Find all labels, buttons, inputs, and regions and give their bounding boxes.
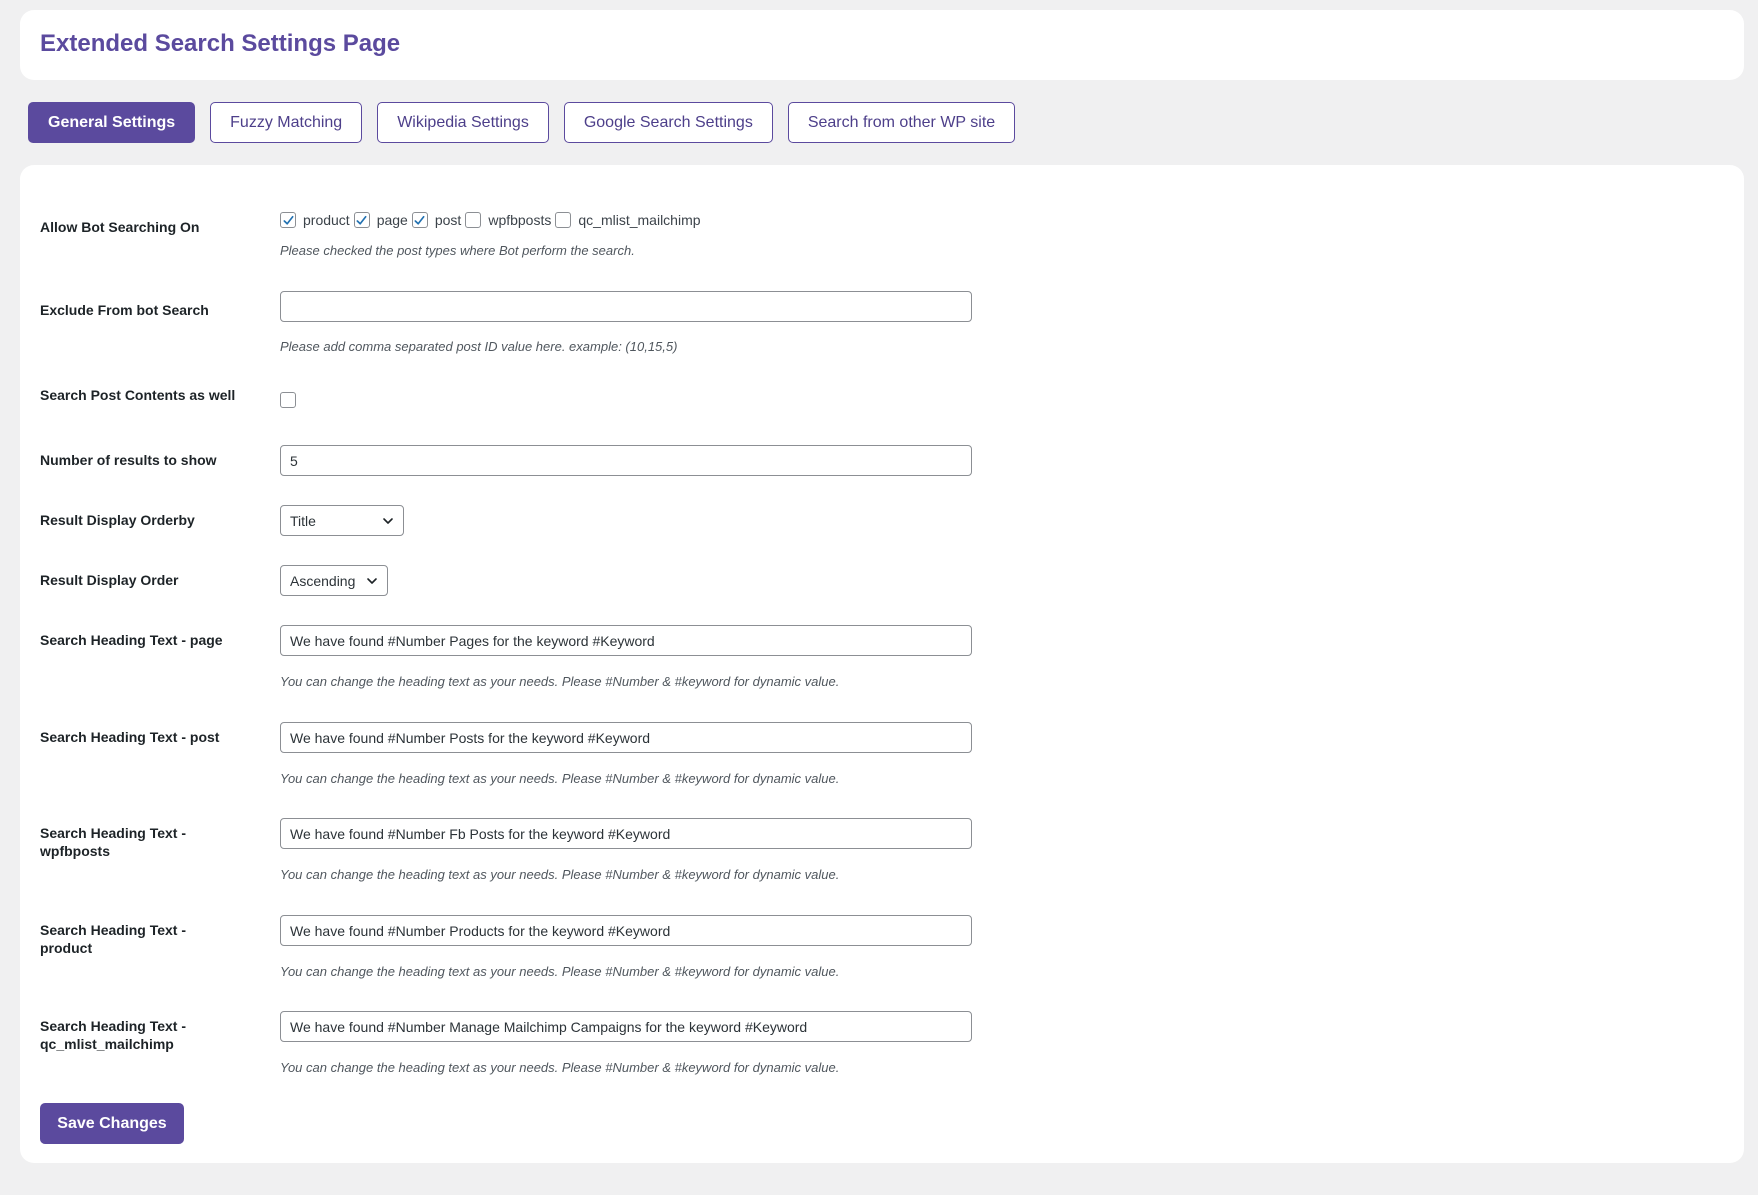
checkmark-icon [356, 215, 367, 225]
search-contents-field [280, 392, 296, 413]
num-results-field [280, 445, 972, 476]
num-results-input[interactable] [280, 445, 972, 476]
tab-google-search-settings[interactable]: Google Search Settings [563, 102, 773, 143]
heading-page-description: You can change the heading text as your … [280, 674, 840, 689]
checkbox-label-wpfbposts: wpfbposts [488, 212, 552, 228]
checkbox-item-post[interactable]: post [411, 212, 465, 228]
checkbox-label-page: page [376, 212, 408, 228]
settings-tabs: General Settings Fuzzy Matching Wikipedi… [28, 102, 1030, 143]
search-contents-label: Search Post Contents as well [40, 387, 236, 403]
heading-product-field: You can change the heading text as your … [280, 915, 972, 979]
chevron-down-icon [367, 577, 377, 584]
chevron-down-icon [383, 517, 393, 524]
post-type-checkboxes: product page post wpfbposts qc_mlist_mai… [280, 208, 705, 232]
tab-wikipedia-settings[interactable]: Wikipedia Settings [377, 102, 549, 143]
order-field: Ascending [280, 565, 388, 596]
heading-mailchimp-input[interactable] [280, 1011, 972, 1042]
orderby-select-value: Title [290, 512, 316, 529]
orderby-field: Title [280, 505, 404, 536]
tab-search-other-wp-site[interactable]: Search from other WP site [787, 102, 1016, 143]
checkbox-product[interactable] [280, 212, 296, 228]
heading-mailchimp-label: Search Heading Text - qc_mlist_mailchimp [40, 1018, 187, 1052]
save-changes-button[interactable]: Save Changes [40, 1103, 184, 1144]
exclude-field: Please add comma separated post ID value… [280, 291, 972, 354]
page-title: Extended Search Settings Page [40, 30, 401, 57]
checkmark-icon [414, 215, 425, 225]
search-contents-checkbox[interactable] [280, 392, 296, 408]
heading-wpfbposts-description: You can change the heading text as your … [280, 867, 840, 882]
heading-post-description: You can change the heading text as your … [280, 771, 840, 786]
heading-wpfbposts-label: Search Heading Text - wpfbposts [40, 825, 187, 859]
checkbox-item-page[interactable]: page [353, 212, 412, 228]
checkbox-label-post: post [434, 212, 462, 228]
heading-mailchimp-field: You can change the heading text as your … [280, 1011, 972, 1075]
checkbox-item-product[interactable]: product [280, 212, 354, 228]
heading-page-field: You can change the heading text as your … [280, 625, 972, 689]
order-select-value: Ascending [290, 572, 356, 589]
allow-bot-field: product page post wpfbposts qc_mlist_mai… [280, 208, 705, 258]
exclude-description: Please add comma separated post ID value… [280, 339, 678, 354]
heading-post-input[interactable] [280, 722, 972, 753]
allow-bot-description: Please checked the post types where Bot … [280, 243, 635, 258]
checkbox-post[interactable] [411, 212, 428, 228]
heading-product-label: Search Heading Text - product [40, 922, 187, 956]
checkbox-item-qc-mlist-mailchimp[interactable]: qc_mlist_mailchimp [555, 212, 704, 228]
exclude-label: Exclude From bot Search [40, 302, 209, 318]
settings-panel: Allow Bot Searching On product page post [20, 165, 1744, 1163]
tab-general-settings[interactable]: General Settings [28, 102, 196, 143]
tab-fuzzy-matching[interactable]: Fuzzy Matching [210, 102, 363, 143]
heading-post-label: Search Heading Text - post [40, 729, 220, 745]
orderby-select[interactable]: Title [280, 505, 404, 536]
heading-page-label: Search Heading Text - page [40, 632, 223, 648]
checkbox-label-product: product [303, 212, 350, 228]
checkbox-item-wpfbposts[interactable]: wpfbposts [465, 212, 555, 228]
checkbox-label-qc-mlist-mailchimp: qc_mlist_mailchimp [578, 212, 701, 228]
heading-product-input[interactable] [280, 915, 972, 946]
exclude-input[interactable] [280, 291, 972, 322]
checkmark-icon [282, 215, 294, 225]
checkbox-wpfbposts[interactable] [465, 212, 482, 228]
num-results-label: Number of results to show [40, 452, 217, 468]
allow-bot-label: Allow Bot Searching On [40, 219, 200, 235]
orderby-label: Result Display Orderby [40, 512, 195, 528]
checkbox-qc-mlist-mailchimp[interactable] [555, 212, 572, 228]
order-label: Result Display Order [40, 572, 179, 588]
heading-post-field: You can change the heading text as your … [280, 722, 972, 786]
header-card: Extended Search Settings Page [20, 10, 1744, 80]
order-select[interactable]: Ascending [280, 565, 388, 596]
heading-mailchimp-description: You can change the heading text as your … [280, 1060, 840, 1075]
heading-page-input[interactable] [280, 625, 972, 656]
heading-wpfbposts-input[interactable] [280, 818, 972, 849]
checkbox-page[interactable] [353, 212, 370, 228]
heading-wpfbposts-field: You can change the heading text as your … [280, 818, 972, 882]
heading-product-description: You can change the heading text as your … [280, 964, 840, 979]
